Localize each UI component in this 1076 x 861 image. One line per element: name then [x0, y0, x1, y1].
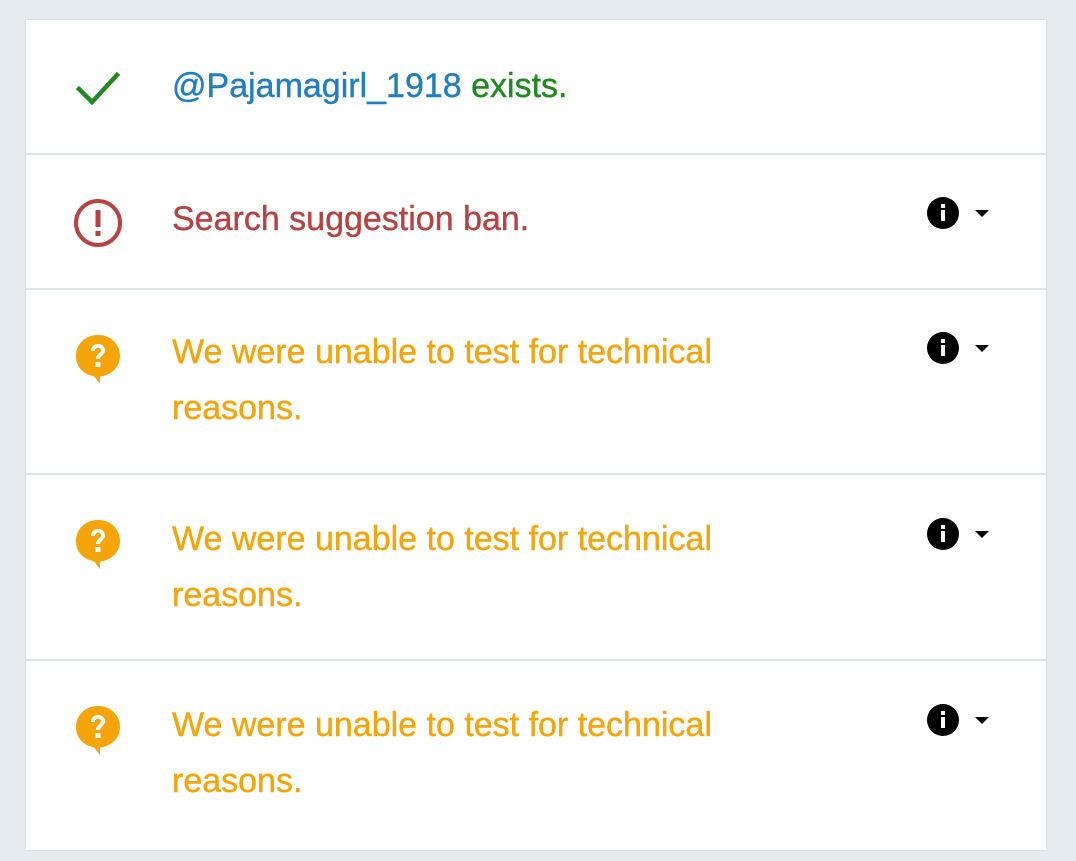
details-toggle[interactable]: [926, 516, 1006, 552]
result-row-search-suggestion: Search suggestion ban.: [26, 155, 1046, 290]
info-icon[interactable]: [926, 196, 960, 230]
check-icon: [72, 62, 124, 114]
info-icon[interactable]: [926, 331, 960, 365]
chevron-down-icon[interactable]: [972, 714, 992, 726]
details-toggle[interactable]: [926, 702, 1006, 738]
result-message: We were unable to test for technical rea…: [172, 333, 712, 427]
alert-circle-icon: [72, 197, 124, 249]
help-bubble-icon: [72, 703, 124, 755]
details-toggle[interactable]: [926, 195, 1006, 231]
chevron-down-icon[interactable]: [972, 342, 992, 354]
result-message: We were unable to test for technical rea…: [172, 706, 712, 800]
result-message: @Pajamagirl_1918 exists.: [172, 58, 792, 114]
result-message: Search suggestion ban.: [172, 200, 530, 238]
help-bubble-icon: [72, 517, 124, 569]
help-bubble-icon: [72, 332, 124, 384]
result-row-exists: @Pajamagirl_1918 exists.: [26, 20, 1046, 155]
result-row-warning: We were unable to test for technical rea…: [26, 290, 1046, 475]
results-card: @Pajamagirl_1918 exists. Search suggesti…: [26, 20, 1046, 850]
details-toggle[interactable]: [926, 330, 1006, 366]
chevron-down-icon[interactable]: [972, 528, 992, 540]
info-icon[interactable]: [926, 517, 960, 551]
handle-link[interactable]: @Pajamagirl_1918: [172, 67, 462, 105]
info-icon[interactable]: [926, 703, 960, 737]
exists-text: exists.: [461, 67, 568, 105]
result-row-warning: We were unable to test for technical rea…: [26, 661, 1046, 861]
result-row-warning: We were unable to test for technical rea…: [26, 475, 1046, 661]
result-message: We were unable to test for technical rea…: [172, 520, 712, 614]
chevron-down-icon[interactable]: [972, 207, 992, 219]
